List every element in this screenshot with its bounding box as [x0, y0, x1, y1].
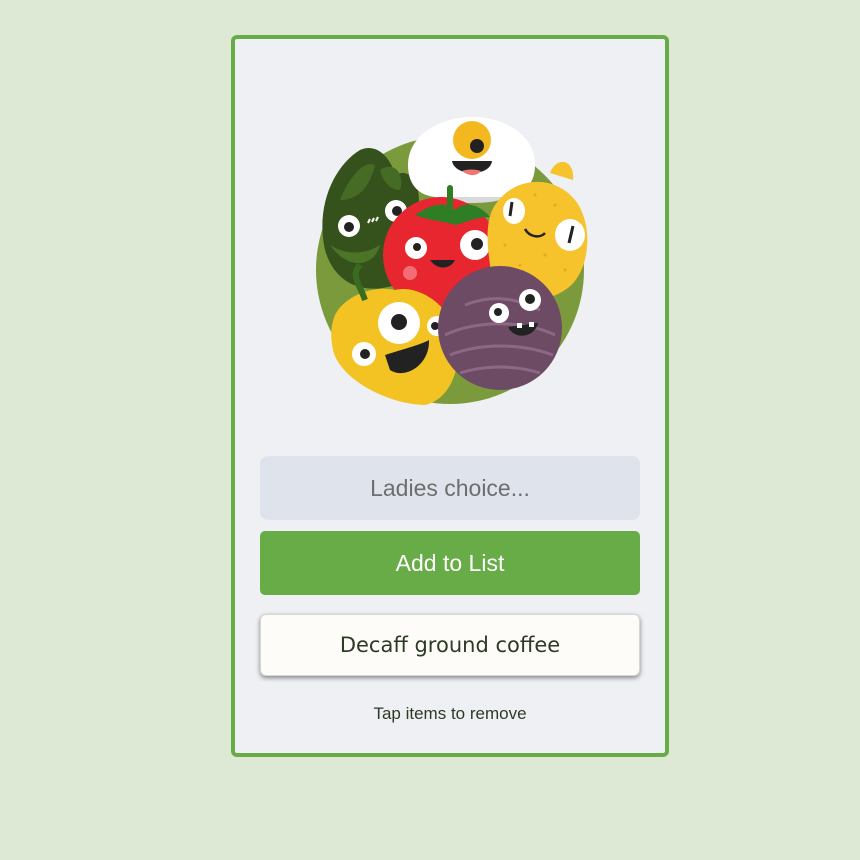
shopping-list: Decaff ground coffee: [260, 614, 640, 676]
vegetable-characters-illustration: [305, 105, 595, 405]
grocery-app-card: Add to List Decaff ground coffee Tap ite…: [231, 35, 669, 757]
list-item[interactable]: Decaff ground coffee: [260, 614, 640, 676]
add-to-list-button[interactable]: Add to List: [260, 531, 640, 595]
remove-hint: Tap items to remove: [373, 704, 527, 723]
item-input[interactable]: [260, 456, 640, 520]
